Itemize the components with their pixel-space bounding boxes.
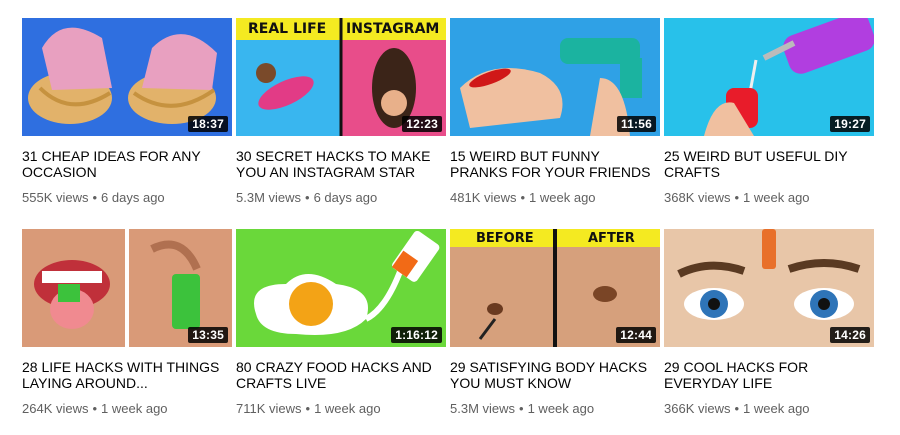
video-meta: 481K views • 1 week ago — [450, 190, 660, 206]
meta-separator: • — [520, 190, 526, 205]
video-thumbnail[interactable]: 19:27 — [664, 18, 874, 136]
video-title[interactable]: 80 CRAZY FOOD HACKS AND CRAFTS LIVE — [236, 359, 446, 391]
view-count: 264K views — [22, 401, 89, 416]
upload-age: 1 week ago — [314, 401, 381, 416]
view-count: 366K views — [664, 401, 731, 416]
meta-separator: • — [92, 401, 98, 416]
meta-separator: • — [734, 190, 740, 205]
meta-separator: • — [305, 190, 310, 205]
video-thumbnail[interactable]: REAL LIFE INSTAGRAM 12:23 — [236, 18, 446, 136]
meta-separator: • — [305, 401, 311, 416]
video-card[interactable]: REAL LIFE INSTAGRAM 12:23 30 SECRET HACK… — [236, 18, 446, 206]
video-card[interactable]: 14:26 29 COOL HACKS FOR EVERYDAY LIFE 36… — [664, 229, 874, 417]
video-title[interactable]: 28 LIFE HACKS WITH THINGS LAYING AROUND.… — [22, 359, 232, 391]
duration-badge: 19:27 — [830, 116, 870, 132]
duration-badge: 11:56 — [616, 116, 656, 132]
duration-badge: 12:44 — [616, 327, 656, 343]
video-card[interactable]: 13:35 28 LIFE HACKS WITH THINGS LAYING A… — [22, 229, 232, 417]
duration-badge: 1:16:12 — [391, 327, 442, 343]
video-title[interactable]: 15 WEIRD BUT FUNNY PRANKS FOR YOUR FRIEN… — [450, 148, 660, 180]
banner-right: INSTAGRAM — [346, 21, 440, 37]
video-title[interactable]: 25 WEIRD BUT USEFUL DIY CRAFTS — [664, 148, 874, 180]
video-meta: 711K views • 1 week ago — [236, 401, 446, 417]
banner-left: REAL LIFE — [248, 21, 327, 37]
upload-age: 1 week ago — [527, 401, 595, 416]
video-thumbnail[interactable]: 1:16:12 — [236, 229, 446, 347]
duration-badge: 18:37 — [188, 116, 228, 132]
video-meta: 368K views • 1 week ago — [664, 190, 874, 206]
view-count: 481K views — [450, 190, 517, 205]
view-count: 555K views — [22, 190, 89, 205]
upload-age: 1 week ago — [743, 401, 810, 416]
upload-age: 1 week ago — [529, 190, 596, 205]
video-card[interactable]: 11:56 15 WEIRD BUT FUNNY PRANKS FOR YOUR… — [450, 18, 660, 206]
banner-left: BEFORE — [476, 231, 534, 246]
video-title[interactable]: 31 CHEAP IDEAS FOR ANY OCCASION — [22, 148, 232, 180]
video-meta: 5.3M views • 1 week ago — [450, 401, 660, 417]
banner-right: AFTER — [588, 231, 635, 246]
view-count: 711K views — [236, 401, 302, 416]
video-meta: 555K views • 6 days ago — [22, 190, 232, 206]
video-thumbnail[interactable]: 13:35 — [22, 229, 232, 347]
video-title[interactable]: 30 SECRET HACKS TO MAKE YOU AN INSTAGRAM… — [236, 148, 446, 180]
video-thumbnail[interactable]: BEFORE AFTER 12:44 — [450, 229, 660, 347]
video-card[interactable]: 1:16:12 80 CRAZY FOOD HACKS AND CRAFTS L… — [236, 229, 446, 417]
meta-separator: • — [734, 401, 740, 416]
video-thumbnail[interactable]: 11:56 — [450, 18, 660, 136]
video-thumbnail[interactable]: 18:37 — [22, 18, 232, 136]
video-card[interactable]: 19:27 25 WEIRD BUT USEFUL DIY CRAFTS 368… — [664, 18, 874, 206]
video-card[interactable]: 18:37 31 CHEAP IDEAS FOR ANY OCCASION 55… — [22, 18, 232, 206]
video-meta: 366K views • 1 week ago — [664, 401, 874, 417]
video-thumbnail[interactable]: 14:26 — [664, 229, 874, 347]
upload-age: 1 week ago — [743, 190, 810, 205]
view-count: 5.3M views — [450, 401, 516, 416]
view-count: 368K views — [664, 190, 731, 205]
view-count: 5.3M views — [236, 190, 302, 205]
upload-age: 1 week ago — [101, 401, 168, 416]
meta-separator: • — [519, 401, 524, 416]
video-meta: 5.3M views • 6 days ago — [236, 190, 446, 206]
upload-age: 6 days ago — [101, 190, 165, 205]
video-title[interactable]: 29 COOL HACKS FOR EVERYDAY LIFE — [664, 359, 874, 391]
duration-badge: 13:35 — [188, 327, 228, 343]
duration-badge: 12:23 — [402, 116, 442, 132]
meta-separator: • — [92, 190, 98, 205]
duration-badge: 14:26 — [830, 327, 870, 343]
video-card[interactable]: BEFORE AFTER 12:44 29 SATISFYING BODY HA… — [450, 229, 660, 417]
video-meta: 264K views • 1 week ago — [22, 401, 232, 417]
video-title[interactable]: 29 SATISFYING BODY HACKS YOU MUST KNOW — [450, 359, 660, 391]
upload-age: 6 days ago — [313, 190, 378, 205]
